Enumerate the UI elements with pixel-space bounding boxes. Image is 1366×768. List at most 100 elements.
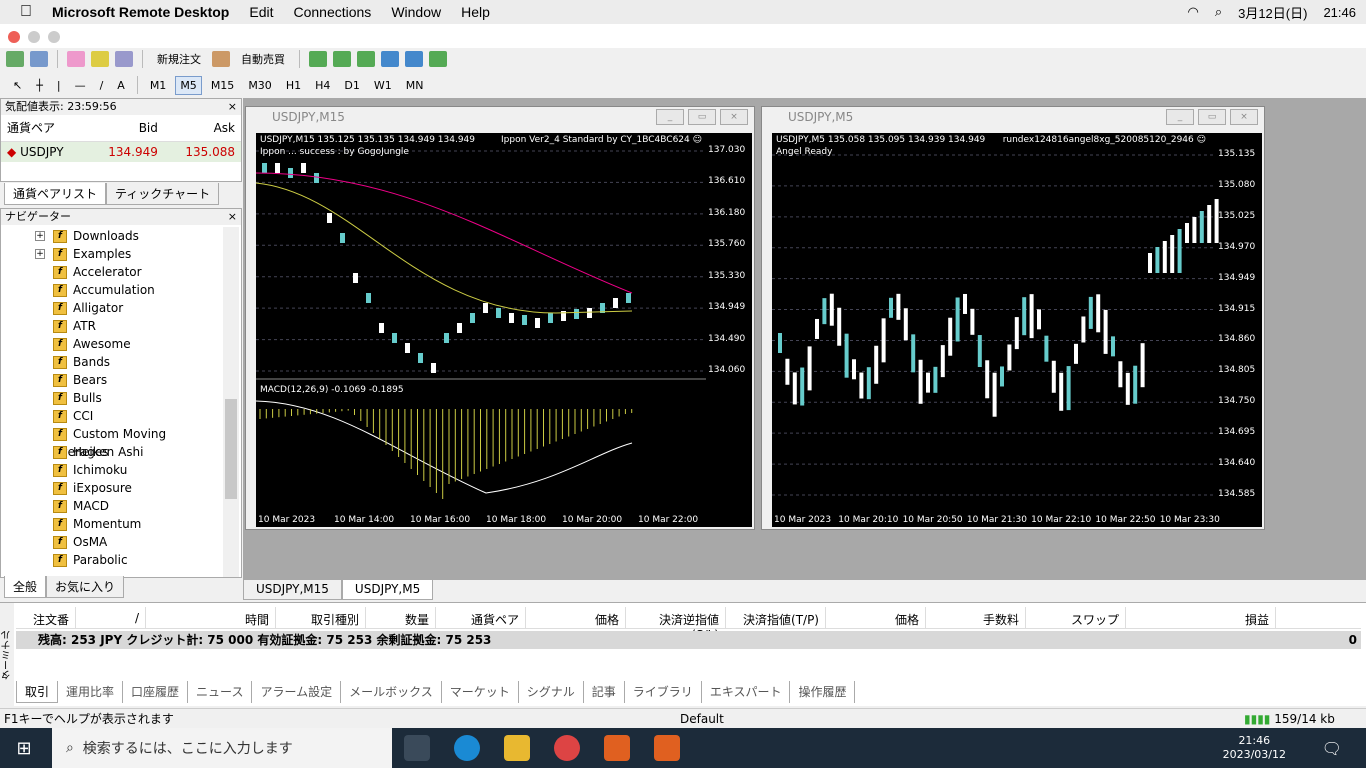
navigator-item[interactable]: f Bands (1, 353, 223, 371)
col-header[interactable]: 決済逆指値(S/L) (626, 607, 726, 642)
navigator-item[interactable]: f ATR (1, 317, 223, 335)
wifi-icon[interactable]: ◠ (1187, 4, 1198, 20)
col-header[interactable]: 通貨ペア (436, 607, 526, 628)
col-header[interactable]: 手数料 (926, 607, 1026, 628)
terminal-tab[interactable]: アラーム設定 (252, 681, 342, 703)
navigator-item[interactable]: f Heiken Ashi (1, 443, 223, 461)
profiles-icon[interactable] (30, 51, 48, 67)
app-menu[interactable]: Microsoft Remote Desktop (52, 4, 229, 20)
navigator-item[interactable]: f Ichimoku (1, 461, 223, 479)
navigator-item[interactable]: f Alligator (1, 299, 223, 317)
terminal-tab[interactable]: ライブラリ (625, 681, 702, 703)
text-icon[interactable]: A (112, 76, 130, 95)
line-chart-icon[interactable] (357, 51, 375, 67)
navigator-item[interactable]: f CCI (1, 407, 223, 425)
terminal-tab[interactable]: 取引 (16, 681, 59, 703)
col-header[interactable]: 取引種別 (276, 607, 366, 628)
mt4-icon[interactable] (604, 735, 630, 761)
navigator-item[interactable]: + f Downloads (1, 227, 223, 245)
navigator-item[interactable]: f Accelerator (1, 263, 223, 281)
menu-edit[interactable]: Edit (249, 4, 273, 20)
col-header[interactable]: スワップ (1026, 607, 1126, 628)
terminal-icon[interactable] (115, 51, 133, 67)
col-header[interactable]: 決済指値(T/P) (726, 607, 826, 628)
navigator-item[interactable]: f Parabolic (1, 551, 223, 569)
navigator-item[interactable]: f Bulls (1, 389, 223, 407)
chart-tab-m5[interactable]: USDJPY,M5 (341, 580, 434, 600)
tf-w1[interactable]: W1 (369, 76, 397, 95)
clock-date[interactable]: 3月12日(日) (1238, 3, 1307, 22)
col-header[interactable]: / (76, 607, 146, 628)
terminal-tab[interactable]: シグナル (519, 681, 584, 703)
col-bid[interactable]: Bid (86, 115, 164, 142)
taskbar-clock[interactable]: 21:46 2023/03/12 (1223, 734, 1286, 762)
close-button[interactable]: × (720, 109, 748, 125)
terminal-tab[interactable]: マーケット (442, 681, 519, 703)
navigator-item[interactable]: + f Examples (1, 245, 223, 263)
navigator-item[interactable]: f Awesome (1, 335, 223, 353)
col-ask[interactable]: Ask (163, 115, 241, 142)
clock-time[interactable]: 21:46 (1323, 5, 1356, 20)
navigator-icon[interactable] (91, 51, 109, 67)
bar-chart-icon[interactable] (309, 51, 327, 67)
balance-row[interactable]: 残高: 253 JPY クレジット計: 75 000 有効証拠金: 75 253… (16, 631, 1361, 649)
zoom-in-icon[interactable] (381, 51, 399, 67)
auto-trading-button[interactable]: 自動売買 (236, 48, 290, 70)
apple-icon[interactable]:  (0, 3, 52, 21)
terminal-tab[interactable]: エキスパート (702, 681, 791, 703)
tf-m1[interactable]: M1 (145, 76, 172, 95)
chart-window-m15[interactable]: USDJPY,M15 _ ▭ × USDJPY,M15 135.125 135.13… (245, 106, 755, 530)
meta-editor-icon[interactable] (212, 51, 230, 67)
tf-h4[interactable]: H4 (310, 76, 335, 95)
tf-m5[interactable]: M5 (175, 75, 202, 95)
tf-d1[interactable]: D1 (339, 76, 364, 95)
explorer-icon[interactable] (504, 735, 530, 761)
search-icon[interactable]: ⌕ (1215, 4, 1222, 20)
minimize-button[interactable]: _ (1166, 109, 1194, 125)
tf-m30[interactable]: M30 (243, 76, 277, 95)
chart-canvas[interactable]: USDJPY,M5 135.058 135.095 134.939 134.94… (772, 133, 1262, 527)
terminal-tab[interactable]: 記事 (584, 681, 625, 703)
edge-icon[interactable] (454, 735, 480, 761)
maximize-button[interactable]: ▭ (688, 109, 716, 125)
navigator-item[interactable]: f iExposure (1, 479, 223, 497)
terminal-tab[interactable]: ニュース (188, 681, 253, 703)
vertical-line-icon[interactable]: | (52, 76, 66, 95)
col-header[interactable]: 注文番号 (16, 607, 76, 644)
col-header[interactable]: 損益 (1126, 607, 1276, 628)
mt4-icon[interactable] (654, 735, 680, 761)
search-box[interactable]: ⌕ 検索するには、ここに入力します (52, 728, 392, 768)
chrome-icon[interactable] (554, 735, 580, 761)
start-icon[interactable]: ⊞ (0, 738, 48, 759)
task-view-icon[interactable] (404, 735, 430, 761)
new-order-button[interactable]: 新規注文 (152, 48, 206, 70)
navigator-item[interactable]: f Bears (1, 371, 223, 389)
menu-window[interactable]: Window (391, 4, 441, 20)
tab-symbols[interactable]: 通貨ペアリスト (4, 183, 107, 205)
maximize-button[interactable]: ▭ (1198, 109, 1226, 125)
chart-canvas[interactable]: USDJPY,M15 135.125 135.135 134.949 134.9… (256, 133, 752, 527)
navigator-item[interactable]: f Momentum (1, 515, 223, 533)
new-chart-icon[interactable] (6, 51, 24, 67)
tile-windows-icon[interactable] (429, 51, 447, 67)
close-icon[interactable]: × (228, 99, 237, 115)
minimize-button[interactable]: _ (656, 109, 684, 125)
tf-h1[interactable]: H1 (281, 76, 306, 95)
notification-icon[interactable]: 🗨 (1322, 739, 1342, 758)
navigator-item[interactable]: f Custom Moving Averages (1, 425, 223, 459)
navigator-scrollbar[interactable] (223, 227, 239, 577)
navigator-item[interactable]: f Accumulation (1, 281, 223, 299)
crosshair-icon[interactable]: ┼ (31, 76, 48, 95)
zoom-window-button[interactable] (48, 31, 60, 43)
col-header[interactable]: 価格 (826, 607, 926, 628)
close-button[interactable]: × (1230, 109, 1258, 125)
cursor-icon[interactable]: ↖ (8, 76, 27, 95)
expand-icon[interactable]: + (35, 231, 45, 241)
terminal-tab[interactable]: 操作履歴 (790, 681, 856, 703)
terminal-tab[interactable]: 口座履歴 (123, 681, 189, 703)
col-header[interactable]: 時間 (146, 607, 276, 628)
col-header[interactable]: 数量 (366, 607, 436, 628)
minimize-window-button[interactable] (28, 31, 40, 43)
tab-common[interactable]: 全般 (4, 576, 47, 598)
navigator-item[interactable]: f OsMA (1, 533, 223, 551)
